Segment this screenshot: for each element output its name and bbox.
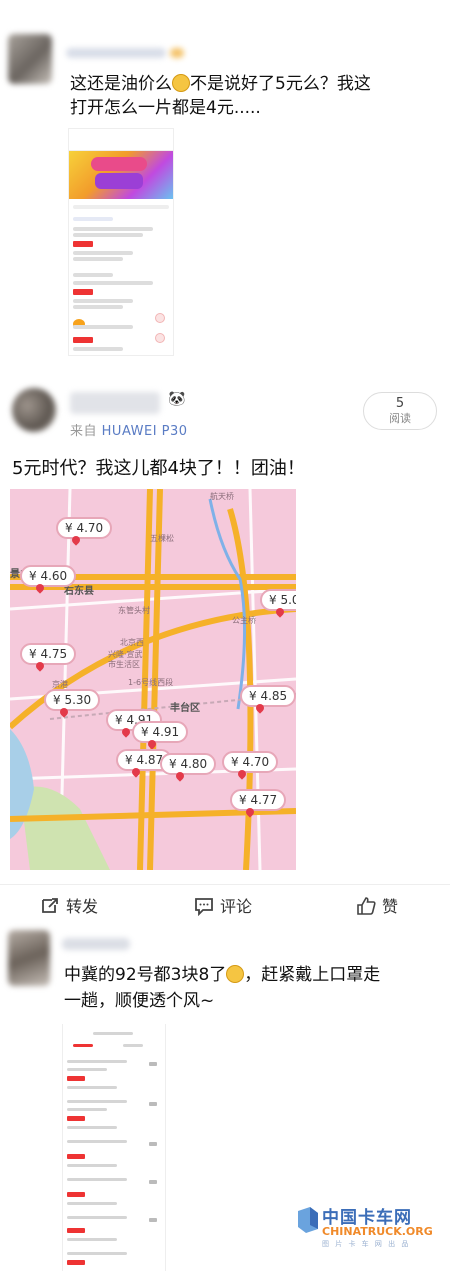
avatar[interactable] <box>8 930 50 986</box>
post-text-part: 中冀的92号都3块8了 <box>64 965 227 985</box>
post-text-part: ，赶紧戴上口罩走 <box>244 965 381 985</box>
watermark-logo: 中国卡车网 CHINATRUCK.ORG 图 片 卡 车 网 出 品 <box>296 1201 433 1253</box>
gas-station-price-pin[interactable]: ¥ 4.77 <box>230 789 287 811</box>
source-prefix: 来自 <box>70 424 98 439</box>
post-text: 5元时代？我这儿都4块了！！团油！ <box>12 458 305 479</box>
repost-icon <box>42 898 58 913</box>
panda-emoji-icon: 🐼 <box>168 391 186 407</box>
watermark-en: CHINATRUCK.ORG <box>322 1225 433 1238</box>
gas-station-price-pin[interactable]: ¥ 4.85 <box>240 685 296 707</box>
comment-label: 评论 <box>220 897 253 916</box>
comment-button[interactable]: 评论 <box>194 894 252 920</box>
post-source: 来自 HUAWEI P30 <box>70 420 188 439</box>
gas-station-price-pin[interactable]: ¥ 4.70 <box>222 751 279 773</box>
post-text-part: 这还是油价么 <box>70 74 172 94</box>
avatar[interactable] <box>12 388 56 432</box>
repost-button[interactable]: 转发 <box>40 894 98 920</box>
gas-station-price-pin[interactable]: ¥ 4.60 <box>20 565 77 587</box>
emoji-icon <box>172 74 190 92</box>
user-badge <box>170 48 184 58</box>
post-text: 这还是油价么 不是说好了5元么？我这 打开怎么一片都是4元..... <box>70 72 430 120</box>
username[interactable] <box>62 938 130 950</box>
read-count: 5 <box>395 396 405 411</box>
gas-station-price-pin[interactable]: ¥ 4.75 <box>20 643 77 665</box>
read-label: 阅读 <box>389 412 411 425</box>
screenshot-header <box>69 129 173 151</box>
district-label: 丰台区 <box>170 703 200 714</box>
source-device[interactable]: HUAWEI P30 <box>102 424 188 439</box>
like-button[interactable]: 赞 <box>356 894 398 920</box>
scream-emoji-icon <box>226 965 245 983</box>
divider <box>0 884 450 885</box>
watermark-sub: 图 片 卡 车 网 出 品 <box>322 1240 411 1248</box>
comment-icon <box>195 898 213 916</box>
post-text-part: 不是说好了5元么？我这 <box>190 74 371 94</box>
gas-station-price-pin[interactable]: ¥ 4.70 <box>56 517 113 539</box>
post-text-part: 一趟，顺便透个风~ <box>64 991 215 1011</box>
attached-screenshot[interactable] <box>68 128 174 356</box>
repost-label: 转发 <box>66 897 99 916</box>
post-text: 中冀的92号都3块8了 ，赶紧戴上口罩走 一趟，顺便透个风~ <box>64 962 434 1014</box>
gas-station-price-pin[interactable]: ¥ 5.06 <box>260 589 296 611</box>
username[interactable] <box>70 392 160 414</box>
attached-screenshot[interactable] <box>62 1024 166 1271</box>
gas-station-price-pin[interactable]: ¥ 5.30 <box>44 689 101 711</box>
avatar[interactable] <box>8 34 52 84</box>
read-count-badge: 5 阅读 <box>363 392 437 430</box>
thumbs-up-icon <box>357 897 376 915</box>
gas-station-price-pin[interactable]: ¥ 4.91 <box>132 721 189 743</box>
gas-station-price-pin[interactable]: ¥ 4.80 <box>160 753 217 775</box>
truck-logo-icon <box>298 1207 318 1233</box>
username[interactable] <box>66 48 166 58</box>
like-label: 赞 <box>382 897 399 916</box>
screenshot-banner <box>69 151 173 199</box>
map-image[interactable]: 五棵松 航天桥 东管头村 北京西 公主桥 兴隆·宣武 市生活区 1-6号线西段 … <box>10 489 296 870</box>
post-text-part: 打开怎么一片都是4元..... <box>70 98 261 118</box>
